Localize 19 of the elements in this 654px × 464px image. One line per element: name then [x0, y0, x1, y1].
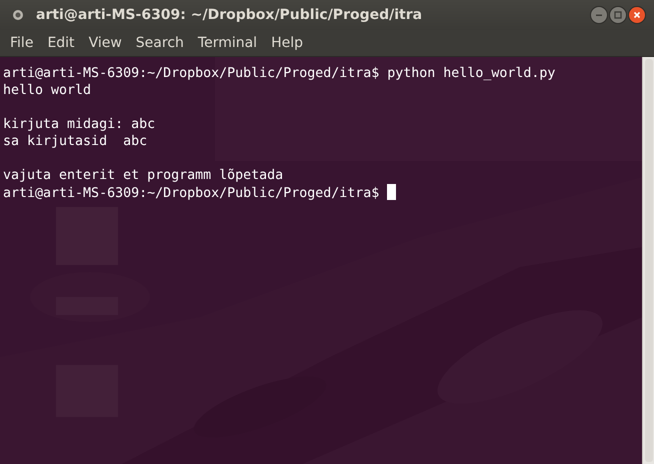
- minimize-button[interactable]: [590, 6, 608, 24]
- app-icon: [12, 9, 24, 21]
- close-button[interactable]: [628, 6, 646, 24]
- terminal-line: sa kirjutasid abc: [3, 134, 148, 149]
- menu-item[interactable]: Edit: [40, 35, 82, 51]
- menu-item[interactable]: Terminal: [190, 35, 264, 51]
- scrollbar[interactable]: [642, 57, 654, 464]
- window-title: arti@arti-MS-6309: ~/Dropbox/Public/Proged/itra: [36, 7, 424, 23]
- terminal-line: kirjuta midagi: abc: [3, 117, 156, 132]
- menu-item[interactable]: File: [3, 35, 40, 51]
- terminal-line: vajuta enterit et programm lõpetada: [3, 168, 284, 183]
- terminal-line: arti@arti-MS-6309:~/Dropbox/Public/Proged/itra$: [3, 186, 380, 201]
- terminal-line: arti@arti-MS-6309:~/Dropbox/Public/Proged/itra$ python hello_world.py: [3, 66, 556, 81]
- close-icon: [633, 11, 641, 19]
- menu-item[interactable]: View: [82, 35, 129, 51]
- menu-item[interactable]: Help: [264, 35, 310, 51]
- menu-item[interactable]: Search: [128, 35, 191, 51]
- maximize-icon: [614, 11, 622, 19]
- terminal-line: hello world: [3, 83, 92, 98]
